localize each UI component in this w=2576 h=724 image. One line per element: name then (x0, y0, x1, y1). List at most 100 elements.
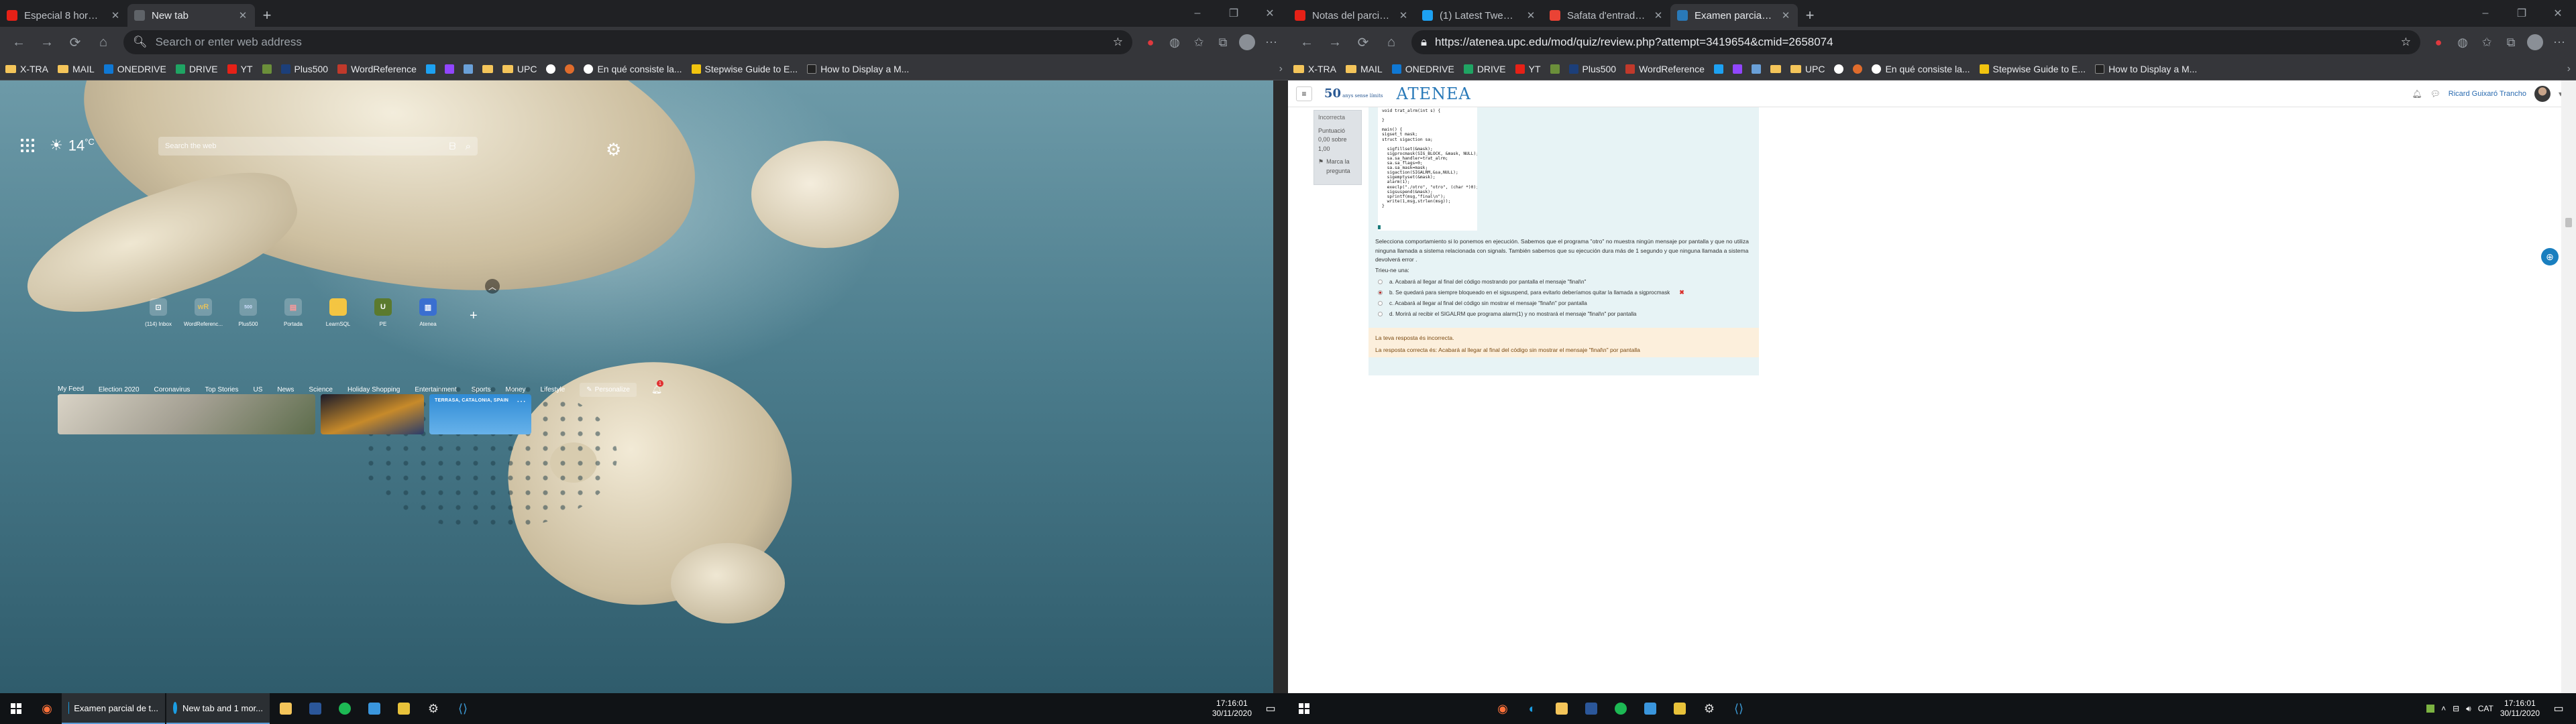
hamburger-menu-icon[interactable]: ≡ (1296, 86, 1312, 101)
bookmark-folder[interactable]: MAIL (1346, 64, 1383, 74)
bookmark-item[interactable] (1751, 64, 1761, 74)
edge-icon[interactable]: ◐ (1517, 693, 1547, 724)
firefox-icon[interactable]: ◉ (1488, 693, 1517, 724)
minimize-button[interactable]: – (2467, 0, 2504, 27)
back-button[interactable]: ← (1295, 30, 1319, 54)
quick-link-plus500[interactable]: 500 Plus500 (233, 298, 263, 327)
answer-option-b[interactable]: b. Se quedará para siempre bloqueado en … (1375, 287, 1751, 298)
bookmark-item[interactable]: Plus500 (1568, 64, 1616, 74)
firefox-icon[interactable]: ◉ (32, 693, 62, 724)
start-button[interactable] (0, 693, 32, 724)
minimize-button[interactable]: – (1179, 0, 1216, 27)
page-scrollbar[interactable] (2561, 80, 2576, 693)
bookmark-item[interactable] (444, 64, 454, 74)
bookmark-item[interactable]: How to Display a M... (2095, 64, 2197, 74)
bookmark-item[interactable]: En qué consiste la... (584, 64, 682, 74)
feed-tab-lifestyle[interactable]: Lifestyle (541, 383, 566, 396)
tab-gmail[interactable]: Safata d'entrada (11) - ricard.gu... ✕ (1543, 4, 1670, 27)
notifications-button[interactable]: 🔔︎ 1 (651, 380, 663, 395)
more-menu-icon[interactable]: ⋯ (1261, 32, 1281, 52)
remote-desktop-icon[interactable] (1635, 693, 1665, 724)
user-name[interactable]: Ricard Guixaró Trancho (2449, 90, 2526, 98)
file-explorer-icon[interactable] (271, 693, 301, 724)
clock[interactable]: 17:16:01 30/11/2020 (1212, 699, 1252, 719)
more-menu-icon[interactable]: ⋯ (2549, 32, 2569, 52)
word-icon[interactable] (301, 693, 330, 724)
tab-twitter[interactable]: (1) Latest Tweets / Twitter ✕ (1415, 4, 1543, 27)
more-bookmarks-chevron-icon[interactable]: › (2567, 63, 2571, 75)
extension-icon[interactable]: ◍ (1165, 32, 1185, 52)
quick-link-pe[interactable]: U PE (368, 298, 398, 327)
radio-button-selected[interactable] (1378, 290, 1383, 295)
user-avatar[interactable] (2534, 86, 2551, 102)
favorites-icon[interactable]: ✩ (2477, 32, 2497, 52)
bookmark-item[interactable]: YT (1515, 64, 1541, 74)
spotify-icon[interactable] (1606, 693, 1635, 724)
bookmark-item[interactable]: WordReference (337, 64, 417, 74)
news-card-money-image[interactable] (58, 394, 315, 434)
taskbar-app-new-tab[interactable]: New tab and 1 mor... (166, 693, 270, 724)
maximize-button[interactable]: ❐ (2504, 0, 2540, 27)
bookmark-item[interactable]: En qué consiste la... (1872, 64, 1970, 74)
gear-icon[interactable]: ⚙ (606, 139, 621, 160)
sticky-app-icon[interactable] (1665, 693, 1695, 724)
home-button[interactable]: ⌂ (1379, 30, 1403, 54)
radio-button[interactable] (1378, 311, 1383, 316)
bookmark-item[interactable] (262, 64, 272, 74)
bookmark-item[interactable]: Stepwise Guide to E... (1979, 64, 2086, 74)
chevron-up-icon[interactable]: ˄ (2441, 704, 2446, 713)
radio-button[interactable] (1378, 300, 1383, 306)
extension-icon[interactable]: ◍ (2453, 32, 2473, 52)
bookmark-item[interactable] (565, 64, 575, 74)
collections-icon[interactable]: ⧉ (2501, 32, 2521, 52)
new-tab-button[interactable]: + (255, 4, 279, 27)
bookmark-item[interactable]: WordReference (1625, 64, 1705, 74)
bookmark-folder[interactable]: UPC (502, 64, 537, 74)
settings-gear-icon[interactable]: ⚙ (419, 693, 448, 724)
settings-gear-icon[interactable]: ⚙ (1695, 693, 1724, 724)
collections-icon[interactable]: ⧉ (1213, 32, 1233, 52)
close-icon[interactable]: ✕ (1653, 9, 1664, 21)
quick-link-portada[interactable]: ▤ Portada (278, 298, 308, 327)
close-icon[interactable]: ✕ (1525, 9, 1536, 21)
bookmark-folder[interactable]: X-TRA (1293, 64, 1336, 74)
remote-desktop-icon[interactable] (360, 693, 389, 724)
radio-button[interactable] (1378, 279, 1383, 284)
upc-50-anys-logo[interactable]: 50 anys sense límits (1324, 86, 1383, 101)
profile-avatar[interactable] (2525, 32, 2545, 52)
tab-new-tab[interactable]: New tab ✕ (127, 4, 255, 27)
quick-link-wordreference[interactable]: wR WordReferenc... (184, 298, 223, 327)
messages-icon[interactable]: 💬︎ (2430, 89, 2440, 99)
bookmark-item[interactable] (1853, 64, 1863, 74)
action-center-icon[interactable]: ▭ (1258, 693, 1283, 724)
bookmark-item[interactable] (1834, 64, 1844, 74)
vscode-icon[interactable]: ⟨⟩ (448, 693, 478, 724)
network-icon[interactable]: ⊟ (2453, 704, 2459, 713)
extension-icon[interactable]: ● (2428, 32, 2449, 52)
close-icon[interactable]: ✕ (110, 9, 121, 21)
home-button[interactable]: ⌂ (91, 30, 115, 54)
action-center-icon[interactable]: ▭ (2546, 693, 2571, 724)
start-button[interactable] (1288, 693, 1320, 724)
bookmark-folder[interactable] (1770, 64, 1781, 73)
quick-link-learnsql[interactable]: ▦ LearnSQL (323, 298, 353, 327)
bookmark-item[interactable]: ONEDRIVE (103, 64, 166, 74)
file-explorer-icon[interactable] (1547, 693, 1576, 724)
new-tab-button[interactable]: + (1798, 4, 1822, 27)
close-icon[interactable]: ✕ (237, 9, 248, 21)
spotify-icon[interactable] (330, 693, 360, 724)
quick-link-inbox[interactable]: ⊡ (114) Inbox (144, 298, 173, 327)
bookmark-item[interactable] (463, 64, 473, 74)
search-icon[interactable]: ⌕ (466, 141, 471, 152)
address-bar[interactable]: 🔒︎ https://atenea.upc.edu/mod/quiz/revie… (1411, 30, 2420, 54)
bookmark-folder[interactable]: UPC (1790, 64, 1825, 74)
bookmark-folder[interactable] (482, 64, 493, 73)
sticky-app-icon[interactable] (389, 693, 419, 724)
answer-option-a[interactable]: a. Acabará al llegar al final del código… (1375, 276, 1751, 287)
window-close-button[interactable]: ✕ (1252, 0, 1288, 27)
profile-avatar[interactable] (1237, 32, 1257, 52)
web-search-box[interactable]: Search the web ᗷ ⌕ (158, 137, 478, 156)
tab-notas-parcial[interactable]: Notas del parcial de teoría - Ra... ✕ (1288, 4, 1415, 27)
favorite-star-icon[interactable]: ☆ (2401, 36, 2411, 49)
forward-button[interactable]: → (35, 30, 59, 54)
